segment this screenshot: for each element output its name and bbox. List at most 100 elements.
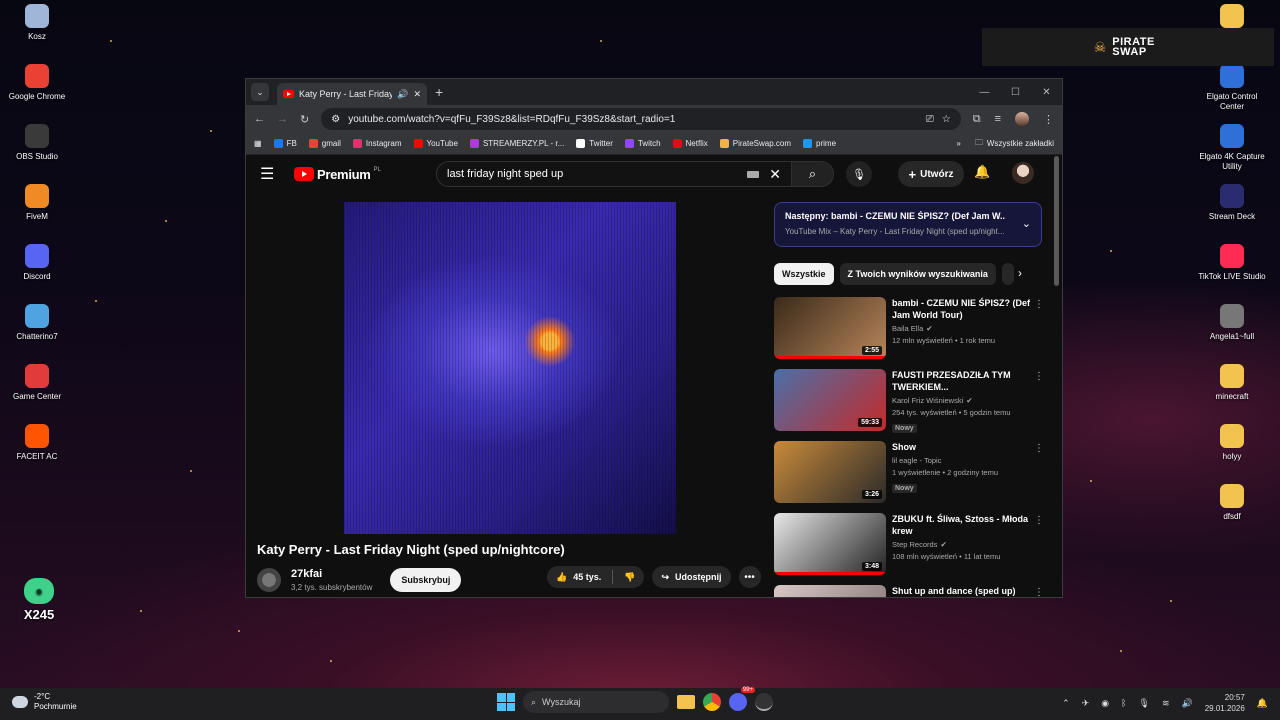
right-shortcut-5[interactable]: Angela1~full	[1195, 304, 1269, 342]
right-shortcut-2[interactable]: Elgato 4K Capture Utility	[1195, 124, 1269, 172]
extensions-icon[interactable]: ⧉	[973, 113, 981, 126]
recommendation-item[interactable]: 59:33 FAUSTI PRZESADZIŁA TYM TWERKIEM... K…	[774, 369, 1044, 433]
x245-shortcut[interactable]: ● X245	[2, 578, 76, 622]
video-thumbnail[interactable]: 3:48	[774, 513, 886, 575]
omnibox[interactable]: ⚙ youtube.com/watch?v=qfFu_F39Sz8&list=R…	[321, 108, 961, 130]
network-icon[interactable]: ✈	[1082, 698, 1090, 709]
voice-search-button[interactable]: 🎙	[846, 161, 872, 187]
all-bookmarks-button[interactable]: 🗀 Wszystkie zakładki	[975, 137, 1054, 151]
bookmark-star-icon[interactable]: ☆	[942, 114, 951, 125]
right-shortcut-1[interactable]: Elgato Control Center	[1195, 64, 1269, 112]
reload-icon[interactable]: ↻	[300, 113, 309, 126]
chip-all[interactable]: Wszystkie	[774, 263, 834, 285]
bookmark-item[interactable]: Twitch	[624, 139, 661, 148]
left-shortcut-7[interactable]: FACEIT AC	[0, 424, 74, 462]
page-scrollbar[interactable]	[1054, 156, 1059, 286]
video-thumbnail[interactable]	[774, 585, 886, 597]
start-windows-icon[interactable]	[497, 693, 515, 711]
wifi-icon[interactable]: ≋	[1162, 698, 1170, 709]
chevron-down-icon[interactable]: ⌄	[1022, 217, 1031, 230]
chrome-taskbar-icon[interactable]	[703, 693, 721, 711]
more-options-icon[interactable]: ⋮	[1034, 515, 1044, 526]
more-options-icon[interactable]: ⋮	[1034, 371, 1044, 382]
cast-icon[interactable]: ⎚	[926, 114, 934, 125]
video-thumbnail[interactable]: 2:55	[774, 297, 886, 359]
video-player[interactable]	[344, 202, 676, 534]
recommendation-item[interactable]: Shut up and dance (sped up) ⋮	[774, 585, 1044, 597]
dislike-icon[interactable]: 👎	[624, 572, 635, 583]
recommendation-item[interactable]: 2:55 bambi - CZEMU NIE ŚPISZ? (Def Jam Wo…	[774, 297, 1044, 361]
recommendation-item[interactable]: 3:48 ZBUKU ft. Śliwa, Sztoss - Młoda krew…	[774, 513, 1044, 577]
keyboard-icon[interactable]	[747, 170, 760, 178]
media-controls-icon[interactable]: ≡	[995, 113, 1001, 125]
right-shortcut-3[interactable]: Stream Deck	[1195, 184, 1269, 222]
chip-partial[interactable]	[1001, 263, 1014, 285]
more-options-icon[interactable]: ⋮	[1034, 443, 1044, 454]
share-button[interactable]: ↪ Udostępnij	[652, 566, 731, 588]
video-title[interactable]: ZBUKU ft. Śliwa, Sztoss - Młoda krew	[892, 513, 1032, 537]
profile-avatar[interactable]	[1015, 112, 1029, 126]
menu-icon[interactable]: ⋮	[1043, 113, 1054, 126]
video-title[interactable]: Shut up and dance (sped up)	[892, 585, 1032, 597]
tab-search-button[interactable]: ⌄	[251, 83, 269, 101]
like-icon[interactable]: 👍	[556, 572, 567, 583]
left-shortcut-4[interactable]: Discord	[0, 244, 74, 282]
maximize-button[interactable]: ☐	[1000, 79, 1031, 105]
left-shortcut-1[interactable]: Google Chrome	[0, 64, 74, 102]
chip-from-search[interactable]: Z Twoich wyników wyszukiwania	[839, 263, 996, 285]
bookmark-item[interactable]: STREAMERZY.PL - r...	[469, 139, 564, 148]
youtube-logo[interactable]: Premium PL	[294, 167, 381, 182]
search-input[interactable]: last friday night sped up ✕	[436, 161, 792, 187]
bookmark-item[interactable]: Twitter	[576, 139, 613, 148]
subscribe-button[interactable]: Subskrybuj	[390, 568, 462, 592]
video-title[interactable]: FAUSTI PRZESADZIŁA TYM TWERKIEM...	[892, 369, 1032, 393]
bookmark-item[interactable]: prime	[803, 139, 836, 148]
close-window-button[interactable]: ✕	[1031, 79, 1062, 105]
discord-taskbar-icon[interactable]: 99+	[729, 687, 755, 711]
more-actions-icon[interactable]: •••	[738, 566, 761, 588]
mic-tray-icon[interactable]: 🎙	[1139, 698, 1150, 709]
right-shortcut-8[interactable]: dfsdf	[1195, 484, 1269, 522]
search-button[interactable]: ⌕	[792, 161, 834, 187]
tab-youtube[interactable]: Katy Perry - Last Friday Night 🔊 ✕	[277, 83, 427, 105]
file-explorer-icon[interactable]	[677, 695, 695, 709]
minimize-button[interactable]: —	[969, 79, 1000, 105]
video-title[interactable]: Show	[892, 441, 1032, 453]
more-options-icon[interactable]: ⋮	[1034, 299, 1044, 310]
bookmark-item[interactable]: FB	[273, 139, 297, 148]
audio-playing-icon[interactable]: 🔊	[397, 89, 408, 100]
bookmark-item[interactable]: gmail	[308, 139, 341, 148]
bookmarks-overflow-icon[interactable]: »	[956, 139, 960, 148]
new-tab-button[interactable]: +	[435, 84, 443, 100]
bookmark-item[interactable]: Instagram	[352, 139, 402, 148]
apps-grid-icon[interactable]: ▦	[254, 139, 262, 148]
right-shortcut-6[interactable]: minecraft	[1195, 364, 1269, 402]
tray-overflow-icon[interactable]: ⌃	[1062, 698, 1070, 709]
right-shortcut-4[interactable]: TikTok LIVE Studio	[1195, 244, 1269, 282]
left-shortcut-6[interactable]: Game Center	[0, 364, 74, 402]
video-thumbnail[interactable]: 3:26	[774, 441, 886, 503]
left-shortcut-2[interactable]: OBS Studio	[0, 124, 74, 162]
bluetooth-icon[interactable]: ᛒ	[1121, 698, 1126, 708]
recommendation-item[interactable]: 3:26 Show lil eagle - Topic 1 wyświetlenie …	[774, 441, 1044, 505]
bookmark-item[interactable]: PirateSwap.com	[719, 139, 791, 148]
video-title[interactable]: bambi - CZEMU NIE ŚPISZ? (Def Jam World …	[892, 297, 1032, 321]
chevron-right-icon[interactable]: ›	[1018, 266, 1022, 280]
left-shortcut-0[interactable]: Kosz	[0, 4, 74, 42]
pirate-swap-banner[interactable]: ☠ PIRATE SWAP	[982, 28, 1274, 66]
discord-tray-icon[interactable]: ◉	[1101, 698, 1109, 709]
clock[interactable]: 20:57 29.01.2026	[1205, 692, 1245, 714]
more-options-icon[interactable]: ⋮	[1034, 587, 1044, 597]
create-button[interactable]: + Utwórz	[898, 161, 964, 187]
taskbar-search[interactable]: ⌕ Wyszukaj	[523, 691, 669, 713]
mix-playlist-box[interactable]: Następny: bambi - CZEMU NIE ŚPISZ? (Def …	[774, 202, 1042, 247]
bookmark-item[interactable]: Netflix	[672, 139, 708, 148]
video-thumbnail[interactable]: 59:33	[774, 369, 886, 431]
like-count[interactable]: 45 tys.	[573, 572, 601, 582]
user-avatar[interactable]	[1012, 162, 1034, 184]
bookmark-item[interactable]: YouTube	[413, 139, 458, 148]
weather-widget[interactable]: -2°C Pochmurnie	[12, 692, 77, 712]
channel-name[interactable]: 27kfai	[291, 568, 372, 580]
channel-avatar[interactable]	[257, 568, 281, 592]
notifications-bell-icon[interactable]: 🔔	[974, 164, 990, 180]
